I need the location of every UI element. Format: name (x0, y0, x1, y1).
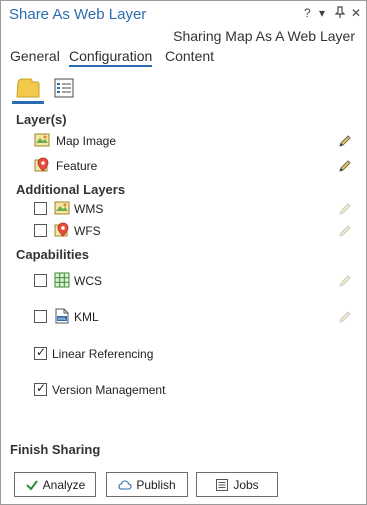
layers-folder-icon (16, 78, 40, 98)
linear-referencing-checkbox[interactable]: ✓ (34, 345, 47, 360)
checkmark-icon: ✓ (36, 345, 47, 359)
layer-label-map-image: Map Image (56, 134, 117, 148)
publish-button-label: Publish (136, 477, 176, 492)
properties-list-icon (54, 78, 74, 98)
publish-button[interactable]: Publish (106, 472, 188, 497)
edit-feature-pencil-icon[interactable] (337, 158, 353, 174)
configuration-subtabs (12, 74, 82, 104)
tab-content[interactable]: Content (165, 48, 214, 64)
tab-configuration[interactable]: Configuration (69, 48, 153, 67)
wcs-checkbox[interactable] (34, 274, 47, 287)
analyze-button-label: Analyze (42, 477, 86, 492)
wcs-label: WCS (74, 274, 102, 288)
pin-button[interactable] (334, 6, 346, 21)
pane-subtitle: Sharing Map As A Web Layer (173, 28, 355, 44)
capability-row-linear-referencing: ✓ Linear Referencing (0, 344, 367, 364)
menu-dropdown-button[interactable]: ▾ (319, 6, 325, 20)
edit-wms-pencil-icon (339, 203, 351, 215)
version-management-label: Version Management (52, 383, 166, 397)
pane-title: Share As Web Layer (9, 6, 147, 23)
edit-kml-pencil-icon (339, 311, 351, 323)
svg-text:KML: KML (58, 316, 67, 321)
edit-wcs-pencil-icon (339, 275, 351, 287)
map-image-icon (54, 201, 70, 215)
layer-row-map-image: Map Image (0, 131, 367, 151)
kml-checkbox[interactable] (34, 310, 47, 323)
checkmark-icon (25, 479, 38, 491)
additional-row-wms: WMS (0, 199, 367, 219)
wfs-label: WFS (74, 224, 101, 238)
kml-label: KML (74, 310, 99, 324)
help-button[interactable]: ? (304, 6, 311, 20)
layers-heading: Layer(s) (16, 112, 67, 127)
capability-row-wcs: WCS (0, 271, 367, 291)
linear-referencing-label: Linear Referencing (52, 347, 154, 361)
subtab-layers[interactable] (12, 74, 44, 104)
layer-row-feature: Feature (0, 156, 367, 176)
wms-checkbox[interactable] (34, 202, 47, 215)
kml-icon: KML (55, 308, 69, 324)
feature-icon (54, 222, 69, 237)
jobs-button[interactable]: Jobs (196, 472, 278, 497)
capability-row-version-management: ✓ Version Management (0, 380, 367, 400)
close-button[interactable]: ✕ (351, 6, 361, 20)
capabilities-heading: Capabilities (16, 247, 89, 262)
checkmark-icon: ✓ (36, 381, 47, 395)
feature-icon (34, 157, 49, 172)
wms-label: WMS (74, 202, 104, 216)
grid-icon (54, 272, 70, 288)
edit-wfs-pencil-icon (339, 225, 351, 237)
analyze-button[interactable]: Analyze (14, 472, 96, 497)
finish-sharing-heading: Finish Sharing (10, 442, 101, 457)
cloud-icon (118, 479, 132, 490)
pin-icon (334, 6, 346, 18)
additional-row-wfs: WFS (0, 221, 367, 241)
title-bar: Share As Web Layer ? ▾ ✕ (1, 1, 366, 27)
map-image-icon (34, 133, 50, 147)
wfs-checkbox[interactable] (34, 224, 47, 237)
layer-label-feature: Feature (56, 159, 98, 173)
jobs-button-label: Jobs (233, 477, 259, 492)
subtab-properties[interactable] (48, 74, 80, 104)
edit-map-image-pencil-icon[interactable] (337, 133, 353, 149)
tab-general[interactable]: General (10, 48, 60, 64)
additional-layers-heading: Additional Layers (16, 182, 126, 197)
jobs-list-icon (216, 478, 229, 491)
capability-row-kml: KML KML (0, 307, 367, 327)
version-management-checkbox[interactable]: ✓ (34, 381, 47, 396)
